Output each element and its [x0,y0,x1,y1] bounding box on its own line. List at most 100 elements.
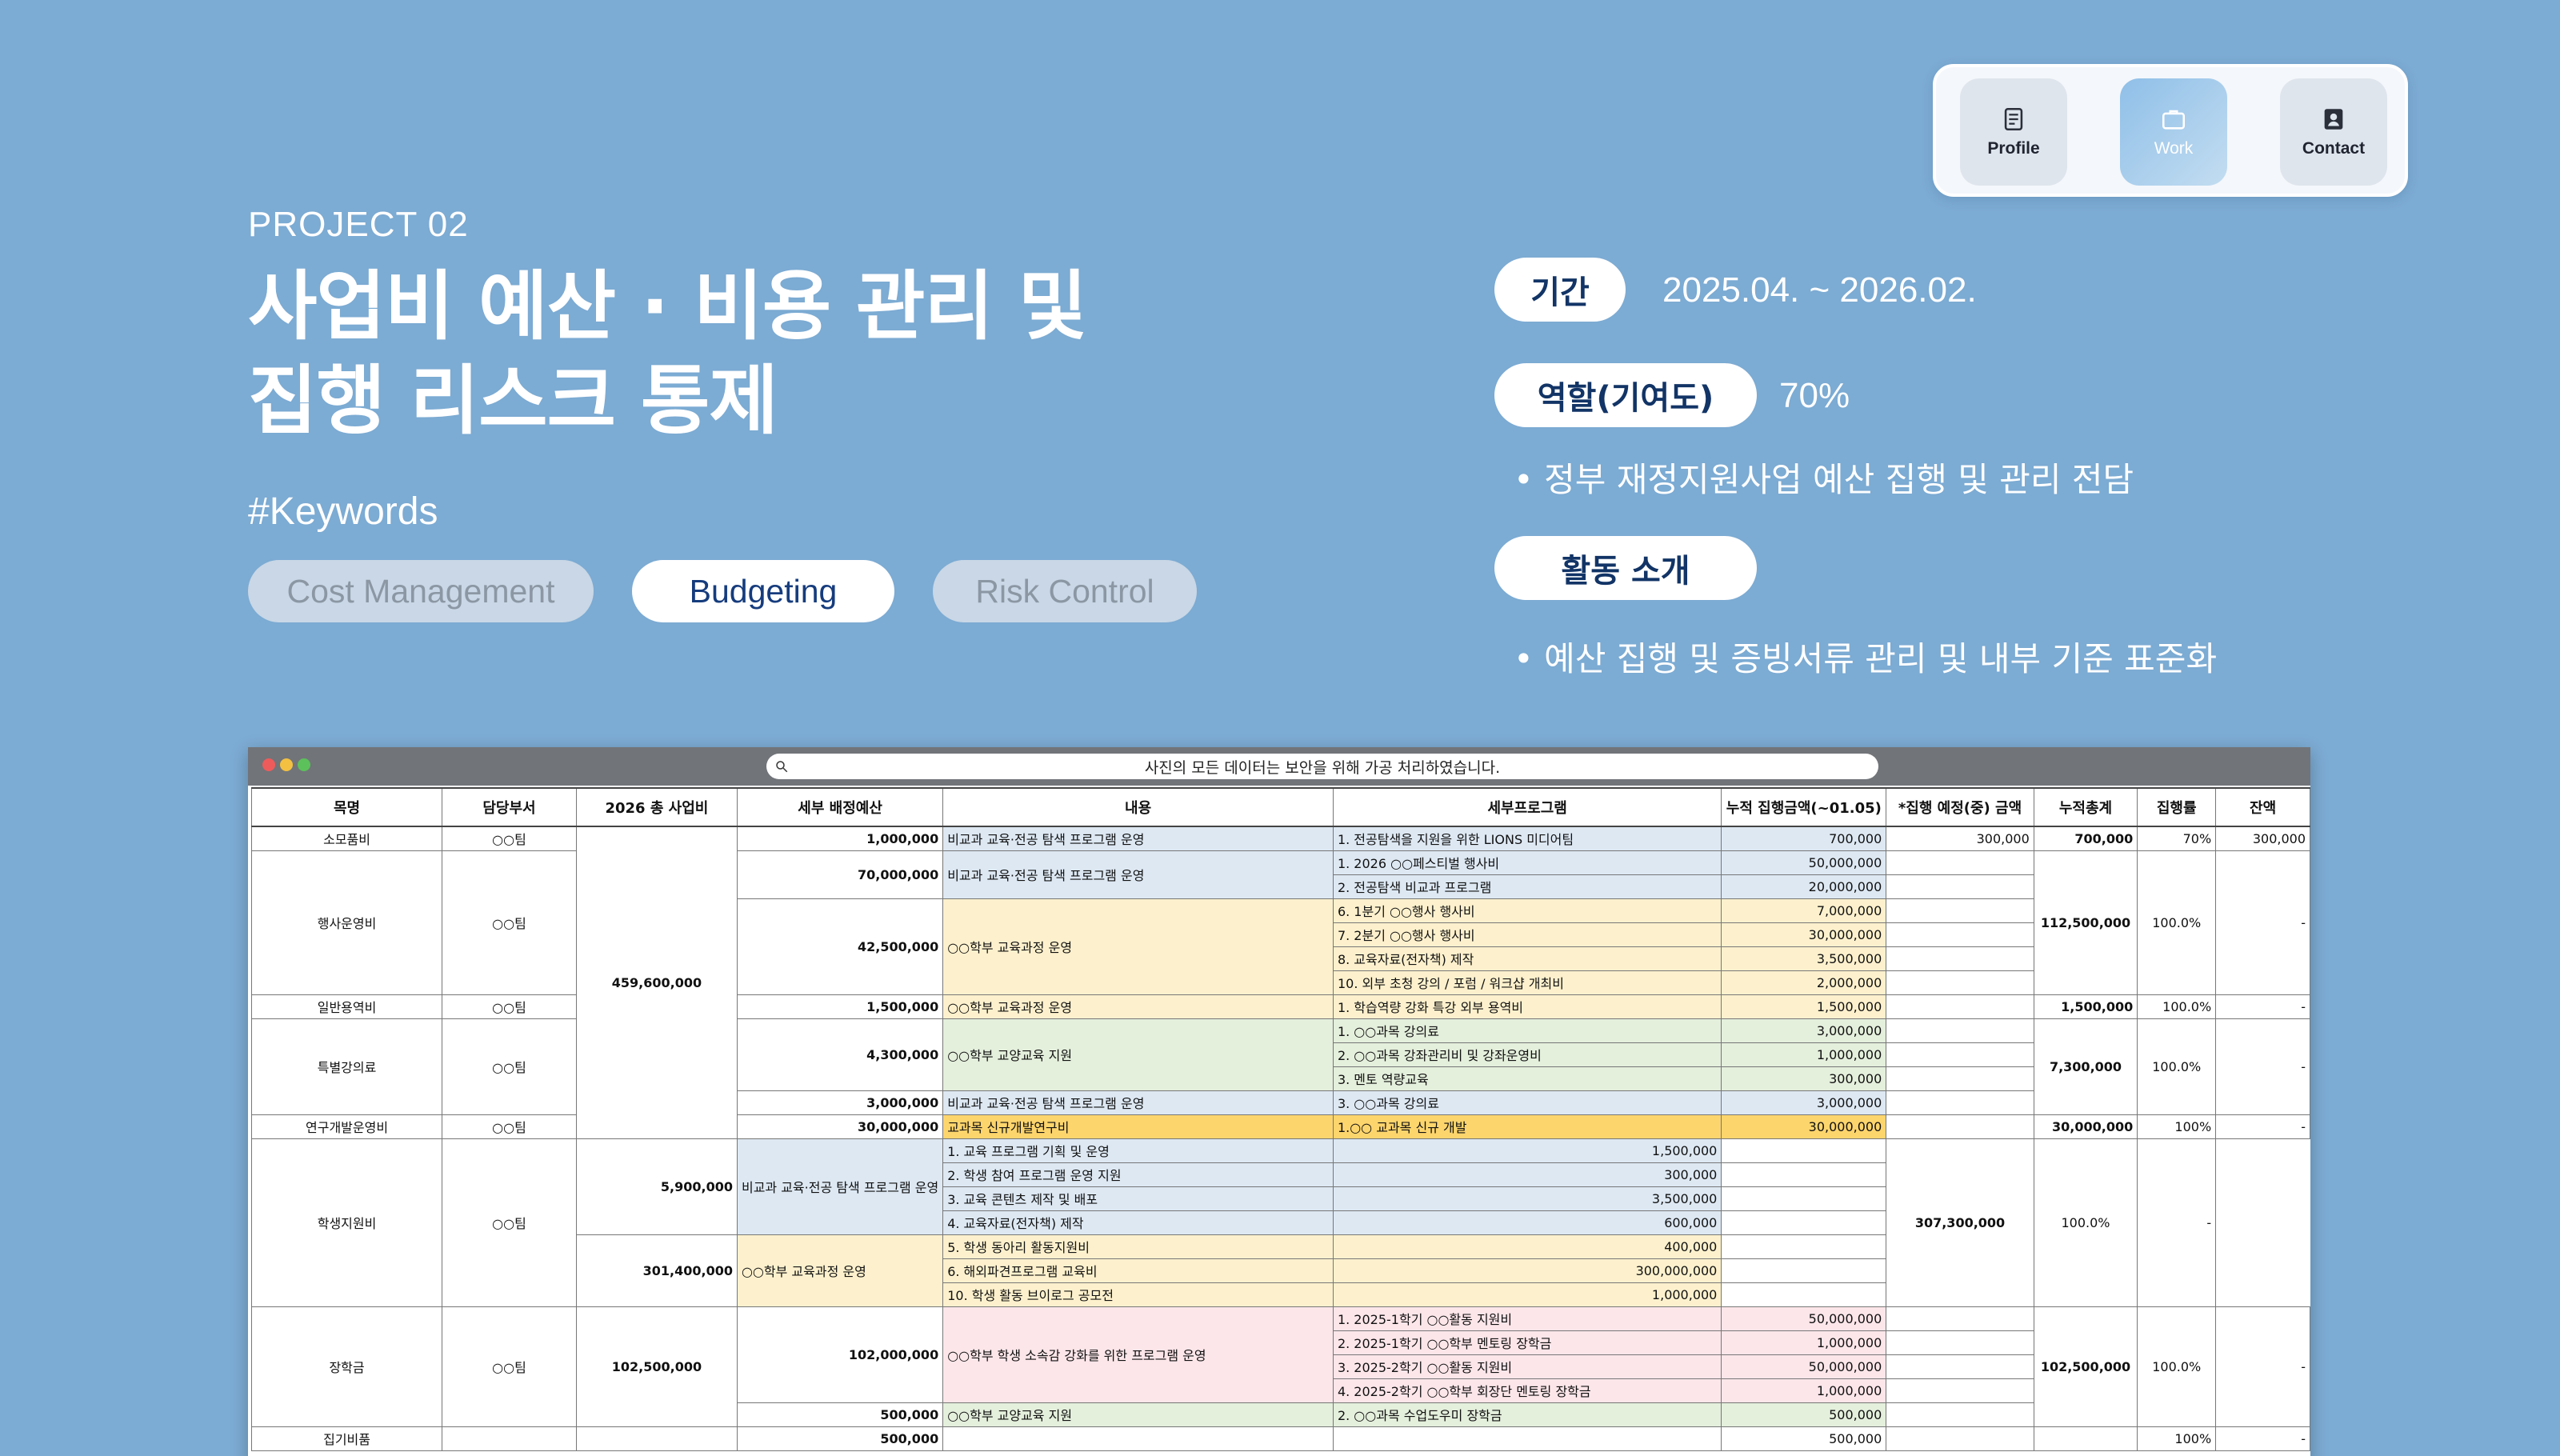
column-header[interactable]: 집행률 [2137,787,2217,827]
table-cell[interactable]: 300,000 [1332,1162,1722,1187]
table-cell[interactable]: 400,000 [1332,1234,1722,1259]
table-cell[interactable]: 1,000,000 [1332,1282,1722,1307]
column-header[interactable]: 담당부서 [442,787,577,827]
table-cell[interactable]: 1,500,000 [2033,994,2138,1019]
table-cell[interactable]: 연구개발운영비 [250,1114,443,1139]
column-header[interactable]: 누적총계 [2033,787,2138,827]
table-cell[interactable]: 700,000 [2033,826,2138,851]
table-cell[interactable]: 1,000,000 [1721,1330,1887,1355]
table-cell[interactable]: 학생지원비 [250,1138,443,1307]
table-cell[interactable]: 1. 교육 프로그램 기획 및 운영 [942,1138,1334,1163]
table-cell[interactable] [1886,1018,2034,1043]
address-bar[interactable]: 사진의 모든 데이터는 보안을 위해 가공 처리하였습니다. [766,754,1878,779]
table-cell[interactable] [1721,1138,1887,1163]
table-cell[interactable]: 50,000,000 [1721,850,1887,875]
table-cell[interactable]: 행사운영비 [250,850,443,995]
table-cell[interactable]: 459,600,000 [575,826,738,1139]
table-cell[interactable] [1886,1378,2034,1403]
table-cell[interactable]: 307,300,000 [1886,1138,2034,1307]
table-cell[interactable] [575,1426,738,1451]
table-cell[interactable]: 1,500,000 [736,994,944,1019]
table-cell[interactable]: 30,000,000 [2033,1114,2138,1139]
table-cell[interactable]: ○○학부 교육과정 운영 [942,994,1334,1019]
table-cell[interactable]: 3,500,000 [1332,1186,1722,1211]
table-cell[interactable]: 300,000,000 [1332,1258,1722,1283]
table-cell[interactable] [1721,1282,1887,1307]
table-cell[interactable]: 2. 2025-1학기 ○○학부 멘토링 장학금 [1332,1330,1722,1355]
table-cell[interactable]: - [2215,1018,2310,1115]
table-cell[interactable]: 50,000,000 [1721,1306,1887,1331]
table-cell[interactable] [1886,898,2034,923]
keyword-chip-risk-control[interactable]: Risk Control [933,560,1197,622]
table-cell[interactable]: 100.0% [2137,994,2217,1019]
table-cell[interactable]: ○○팀 [442,1114,577,1139]
keyword-chip-budgeting[interactable]: Budgeting [632,560,894,622]
table-cell[interactable] [442,1426,577,1451]
table-cell[interactable] [1886,1306,2034,1331]
table-cell[interactable] [1886,1354,2034,1379]
table-cell[interactable]: 500,000 [736,1402,944,1427]
table-cell[interactable]: 2. ○○과목 수업도우미 장학금 [1332,1402,1722,1427]
nav-work-button[interactable]: Work [2120,78,2227,186]
table-cell[interactable]: 30,000,000 [1721,1114,1887,1139]
table-cell[interactable]: 5. 학생 동아리 활동지원비 [942,1234,1334,1259]
table-cell[interactable] [1721,1162,1887,1187]
table-cell[interactable]: 112,500,000 [2033,850,2138,995]
table-cell[interactable]: 3,000,000 [1721,1090,1887,1115]
table-cell[interactable] [1721,1186,1887,1211]
column-header[interactable]: 잔액 [2215,787,2310,827]
table-cell[interactable]: 2. 전공탐색 비교과 프로그램 [1332,874,1722,899]
table-cell[interactable]: ○○팀 [442,850,577,995]
table-cell[interactable]: 비교과 교육·전공 탐색 프로그램 운영 [942,1090,1334,1115]
table-cell[interactable]: 30,000,000 [736,1114,944,1139]
table-cell[interactable]: 300,000 [2215,826,2310,851]
table-cell[interactable]: 4. 2025-2학기 ○○학부 회장단 멘토링 장학금 [1332,1378,1722,1403]
table-cell[interactable]: 비교과 교육·전공 탐색 프로그램 운영 [942,826,1334,851]
table-cell[interactable]: 30,000,000 [1721,922,1887,947]
table-cell[interactable]: 500,000 [1721,1426,1887,1451]
table-cell[interactable]: - [2215,1426,2310,1451]
table-cell[interactable]: 3. 멘토 역량교육 [1332,1066,1722,1091]
table-cell[interactable]: 500,000 [1721,1402,1887,1427]
table-cell[interactable]: 100.0% [2137,1306,2217,1427]
table-cell[interactable]: 102,500,000 [2033,1306,2138,1427]
table-cell[interactable] [1886,994,2034,1019]
table-cell[interactable]: 2. ○○과목 강좌관리비 및 강좌운영비 [1332,1042,1722,1067]
table-cell[interactable]: 1. 학습역량 강화 특강 외부 용역비 [1332,994,1722,1019]
table-cell[interactable]: 50,000,000 [1721,1354,1887,1379]
nav-contact-button[interactable]: Contact [2280,78,2387,186]
table-cell[interactable]: ○○학부 교육과정 운영 [736,1234,944,1307]
table-cell[interactable] [1886,1402,2034,1427]
table-cell[interactable]: 비교과 교육·전공 탐색 프로그램 운영 [942,850,1334,899]
table-cell[interactable]: 소모품비 [250,826,443,851]
table-cell[interactable]: 1,500,000 [1332,1138,1722,1163]
table-cell[interactable]: 10. 학생 활동 브이로그 공모전 [942,1282,1334,1307]
table-cell[interactable] [2033,1426,2138,1451]
table-cell[interactable]: 4,300,000 [736,1018,944,1091]
table-cell[interactable] [1886,1042,2034,1067]
table-cell[interactable]: 1. 2026 ○○페스티벌 행사비 [1332,850,1722,875]
table-cell[interactable]: 2. 학생 참여 프로그램 운영 지원 [942,1162,1334,1187]
column-header[interactable]: 세부프로그램 [1332,787,1722,827]
table-cell[interactable] [1721,1258,1887,1283]
table-cell[interactable]: 600,000 [1332,1210,1722,1235]
table-cell[interactable]: 3,000,000 [736,1090,944,1115]
table-cell[interactable]: 4. 교육자료(전자책) 제작 [942,1210,1334,1235]
table-cell[interactable]: ○○팀 [442,1306,577,1427]
table-cell[interactable]: 3. 2025-2학기 ○○활동 지원비 [1332,1354,1722,1379]
table-cell[interactable]: - [2215,1114,2310,1139]
table-cell[interactable] [1886,874,2034,899]
table-cell[interactable]: ○○학부 교양교육 지원 [942,1018,1334,1091]
table-cell[interactable]: 7,300,000 [2033,1018,2138,1115]
column-header[interactable]: *집행 예정(중) 금액 [1886,787,2034,827]
table-cell[interactable]: ○○학부 교육과정 운영 [942,898,1334,995]
table-cell[interactable]: - [2137,1138,2217,1307]
table-cell[interactable]: 8. 교육자료(전자책) 제작 [1332,946,1722,971]
table-cell[interactable]: 10. 외부 초청 강의 / 포럼 / 워크샵 개최비 [1332,970,1722,995]
table-cell[interactable]: 3. 교육 콘텐츠 제작 및 배포 [942,1186,1334,1211]
table-cell[interactable]: 700,000 [1721,826,1887,851]
column-header[interactable]: 2026 총 사업비 [575,787,738,827]
table-cell[interactable]: 1,000,000 [1721,1378,1887,1403]
table-cell[interactable]: ○○팀 [442,826,577,851]
table-cell[interactable]: 300,000 [1721,1066,1887,1091]
